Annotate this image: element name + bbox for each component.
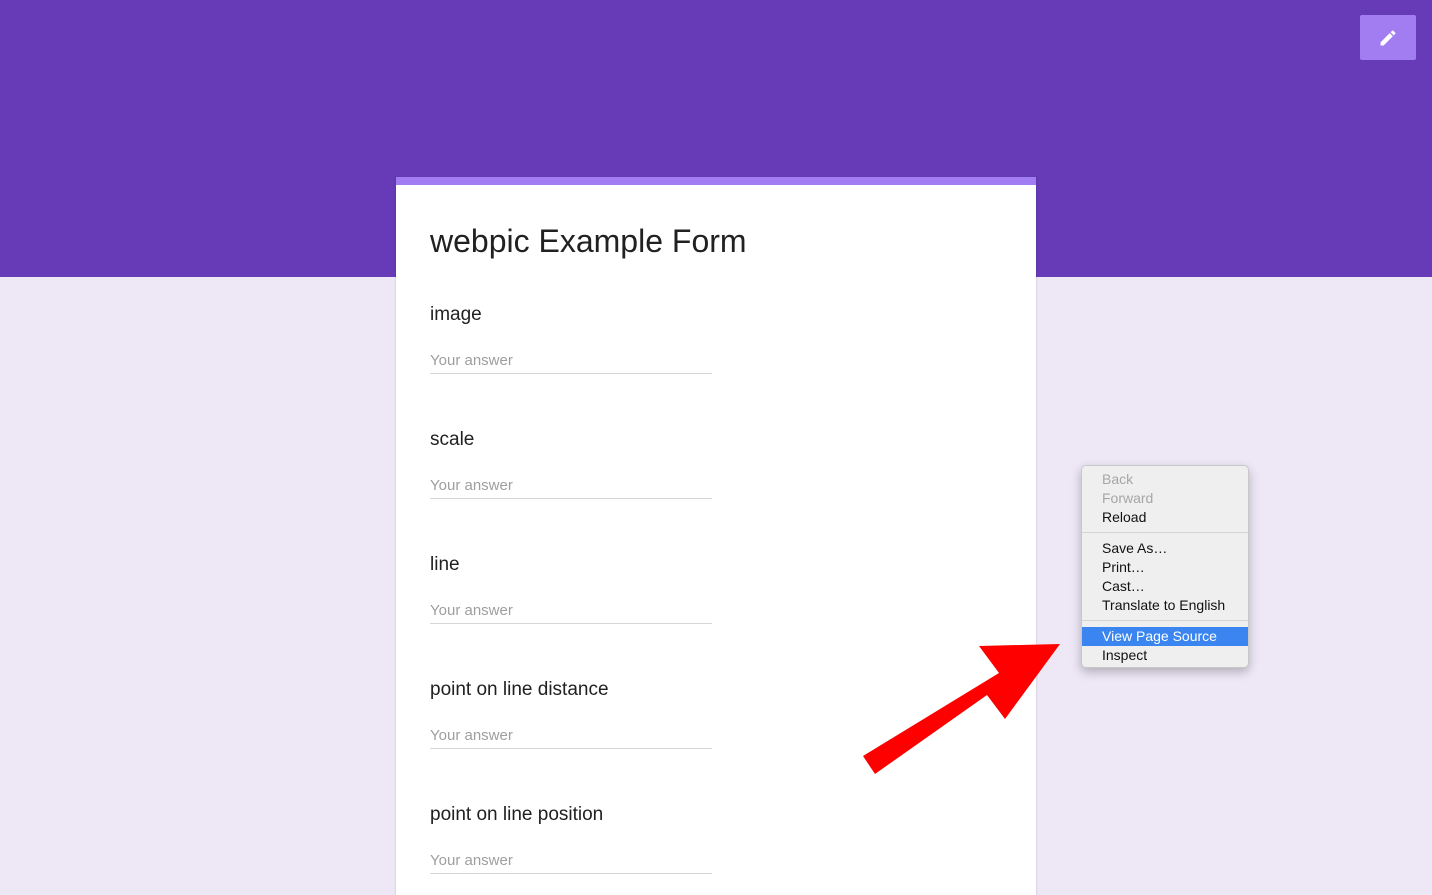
menu-item-view-page-source[interactable]: View Page Source <box>1082 627 1248 646</box>
menu-item-inspect[interactable]: Inspect <box>1082 646 1248 665</box>
red-arrow-icon <box>863 644 1060 774</box>
menu-separator <box>1082 620 1248 621</box>
question-line: line <box>430 553 712 624</box>
menu-item-back[interactable]: Back <box>1082 470 1248 489</box>
menu-item-save-as[interactable]: Save As… <box>1082 539 1248 558</box>
menu-separator <box>1082 532 1248 533</box>
form-card: webpic Example Form image scale line poi… <box>396 177 1036 895</box>
pencil-icon <box>1380 29 1396 45</box>
form-title: webpic Example Form <box>430 223 747 259</box>
answer-input-point-on-line-position[interactable] <box>430 847 712 874</box>
question-scale: scale <box>430 428 712 499</box>
question-label: image <box>430 304 482 325</box>
menu-item-reload[interactable]: Reload <box>1082 508 1248 527</box>
question-label: point on line distance <box>430 679 609 700</box>
edit-form-button[interactable] <box>1360 15 1416 60</box>
menu-item-print[interactable]: Print… <box>1082 558 1248 577</box>
question-label: point on line position <box>430 804 604 825</box>
answer-input-scale[interactable] <box>430 472 712 499</box>
form-card-accent <box>396 177 1036 185</box>
question-label: line <box>430 554 460 575</box>
menu-item-translate[interactable]: Translate to English <box>1082 596 1248 615</box>
answer-input-image[interactable] <box>430 347 712 374</box>
answer-input-point-on-line-distance[interactable] <box>430 722 712 749</box>
question-label: scale <box>430 429 475 450</box>
menu-item-forward[interactable]: Forward <box>1082 489 1248 508</box>
menu-item-cast[interactable]: Cast… <box>1082 577 1248 596</box>
question-image: image <box>430 303 712 374</box>
answer-input-line[interactable] <box>430 597 712 624</box>
question-point-on-line-position: point on line position <box>430 803 712 874</box>
context-menu: Back Forward Reload Save As… Print… Cast… <box>1081 465 1249 668</box>
question-point-on-line-distance: point on line distance <box>430 678 712 749</box>
